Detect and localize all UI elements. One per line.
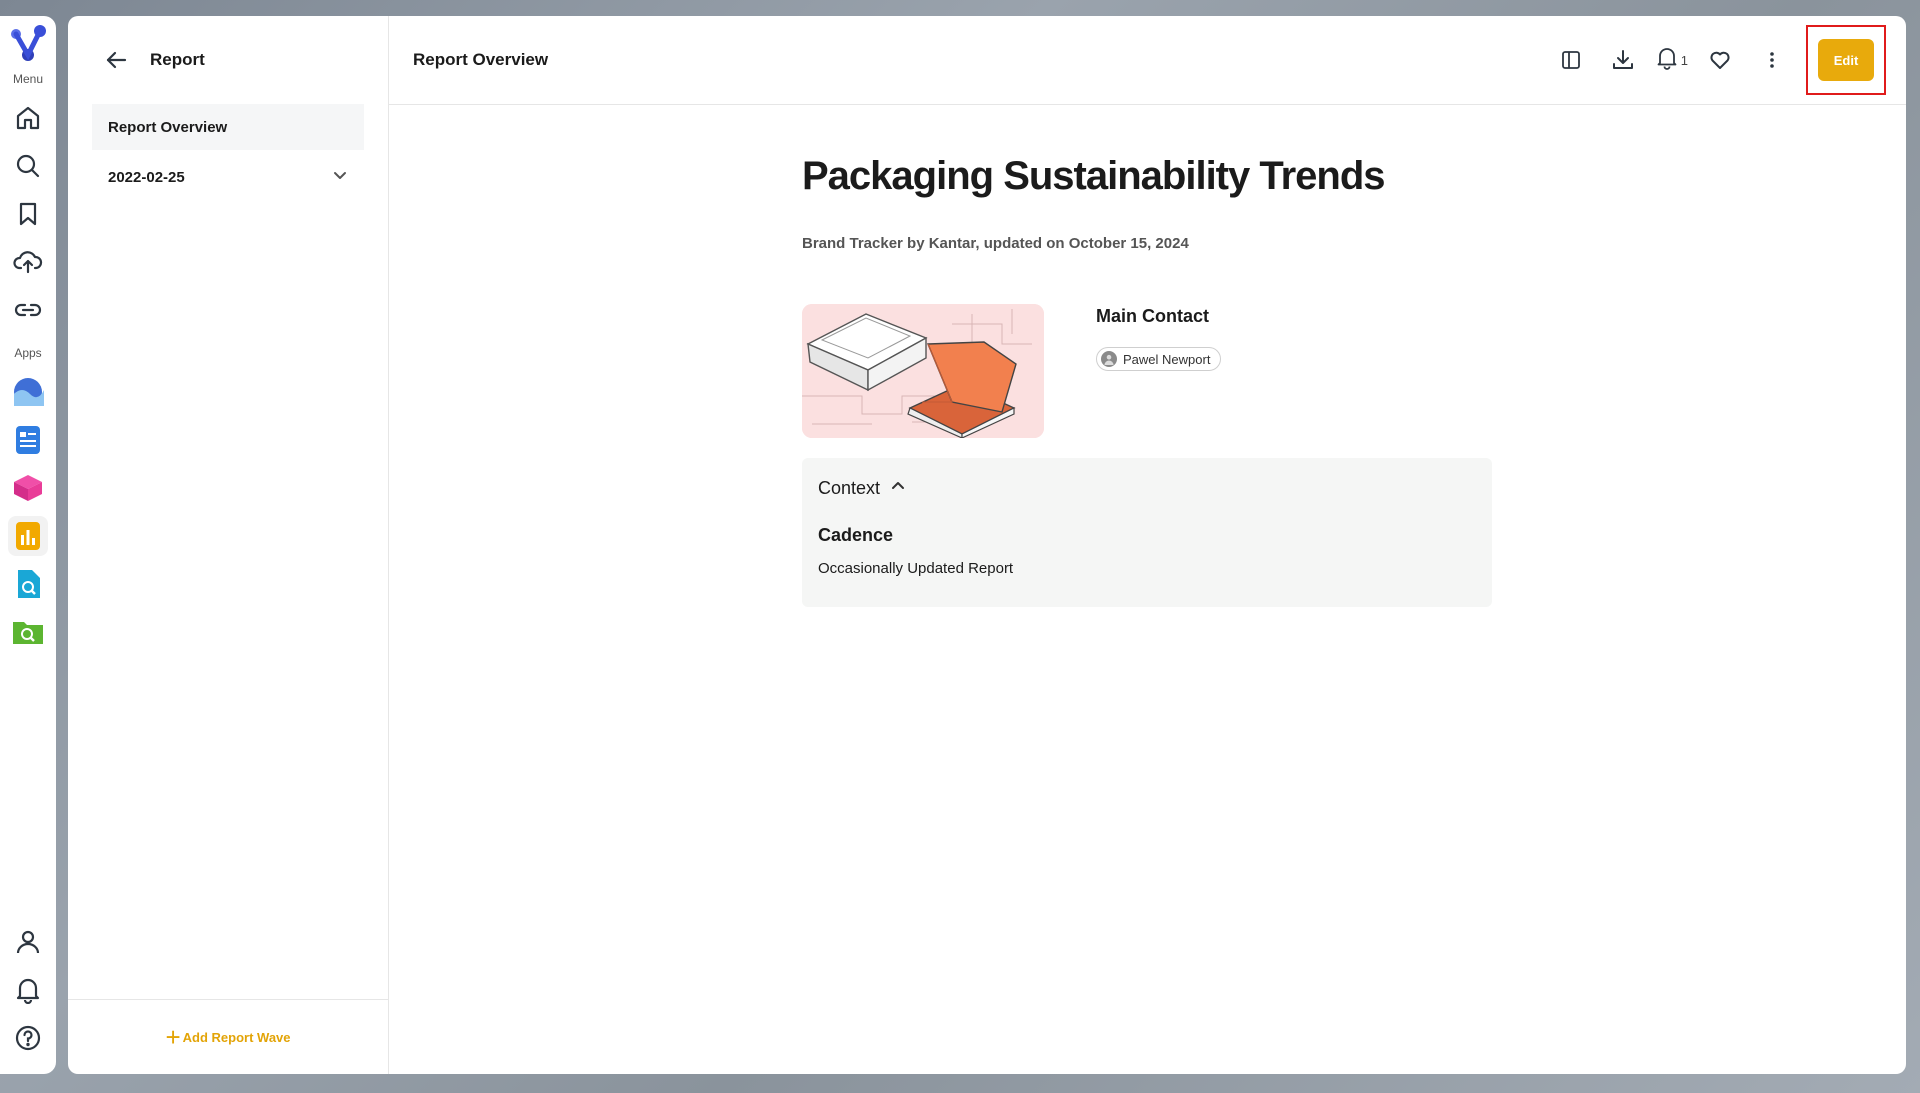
app-rail: Menu Apps (0, 16, 56, 1074)
context-toggle[interactable]: Context (818, 478, 1476, 499)
left-panel-footer: + Add Report Wave (68, 999, 388, 1074)
page-title: Report Overview (413, 50, 549, 69)
help-icon[interactable] (8, 1018, 48, 1058)
brand-logo-icon[interactable] (6, 22, 50, 66)
plus-icon: + (165, 1022, 181, 1052)
report-thumbnail-image (802, 304, 1044, 438)
contact-chip[interactable]: Pawel Newport (1096, 347, 1222, 371)
main-card: Report Report Overview 2022-02-25 + Add … (68, 16, 1906, 1074)
menu-label: Menu (12, 72, 44, 86)
user-icon[interactable] (8, 922, 48, 962)
upload-cloud-icon[interactable] (8, 242, 48, 282)
download-icon[interactable] (1603, 40, 1643, 80)
nav-item-report-overview[interactable]: Report Overview (92, 104, 364, 150)
contact-name: Pawel Newport (1123, 351, 1211, 367)
nav-item-label: 2022-02-25 (108, 168, 185, 186)
add-report-wave-label: Add Report Wave (182, 1029, 291, 1045)
top-bar: Report Overview 1 Edit (388, 16, 1906, 105)
folder-search-app-icon[interactable] (8, 612, 48, 652)
edit-highlight-frame: Edit (1806, 25, 1886, 95)
document-app-icon[interactable] (8, 420, 48, 460)
edit-button[interactable]: Edit (1818, 39, 1874, 81)
notifications-button[interactable]: 1 (1655, 46, 1688, 75)
nav-item-wave-2022-02-25[interactable]: 2022-02-25 (92, 154, 364, 200)
cube-app-icon[interactable] (8, 468, 48, 508)
cadence-label: Cadence (818, 525, 894, 545)
nav-item-label: Report Overview (108, 118, 228, 136)
bookmark-icon[interactable] (8, 194, 48, 234)
chevron-down-icon[interactable] (332, 167, 348, 187)
report-nav-title: Report (150, 50, 205, 69)
notification-count: 1 (1680, 52, 1688, 68)
file-search-app-icon[interactable] (8, 564, 48, 604)
main-contact-heading: Main Contact (1096, 306, 1210, 326)
home-icon[interactable] (8, 98, 48, 138)
avatar (1101, 351, 1117, 367)
report-content: Packaging Sustainability Trends Brand Tr… (802, 104, 1562, 607)
context-label: Context (818, 478, 881, 498)
cadence-value: Occasionally Updated Report (818, 560, 1014, 577)
sidebar-toggle-icon[interactable] (1551, 40, 1591, 80)
search-icon[interactable] (8, 146, 48, 186)
bell-icon[interactable] (8, 970, 48, 1010)
report-nav-panel: Report Report Overview 2022-02-25 + Add … (68, 16, 389, 1074)
wave-app-icon[interactable] (8, 372, 48, 412)
context-panel: Context Cadence Occasionally Updated Rep… (802, 458, 1492, 607)
report-info-row: Main Contact Pawel Newport (802, 304, 1562, 438)
bell-icon (1655, 46, 1679, 75)
chevron-up-icon (880, 478, 906, 499)
main-contact-section: Main Contact Pawel Newport (1096, 304, 1222, 438)
report-nav-header: Report (68, 16, 388, 104)
link-icon[interactable] (8, 290, 48, 330)
favorite-heart-icon[interactable] (1700, 40, 1740, 80)
report-title: Packaging Sustainability Trends (802, 154, 1386, 198)
back-arrow-icon[interactable] (98, 42, 134, 78)
report-subtitle: Brand Tracker by Kantar, updated on Octo… (802, 235, 1189, 252)
add-report-wave-button[interactable]: + Add Report Wave (165, 1024, 290, 1050)
more-options-icon[interactable] (1752, 40, 1792, 80)
chart-app-icon[interactable] (8, 516, 48, 556)
top-actions: 1 Edit (1539, 16, 1886, 104)
apps-label: Apps (14, 346, 42, 360)
